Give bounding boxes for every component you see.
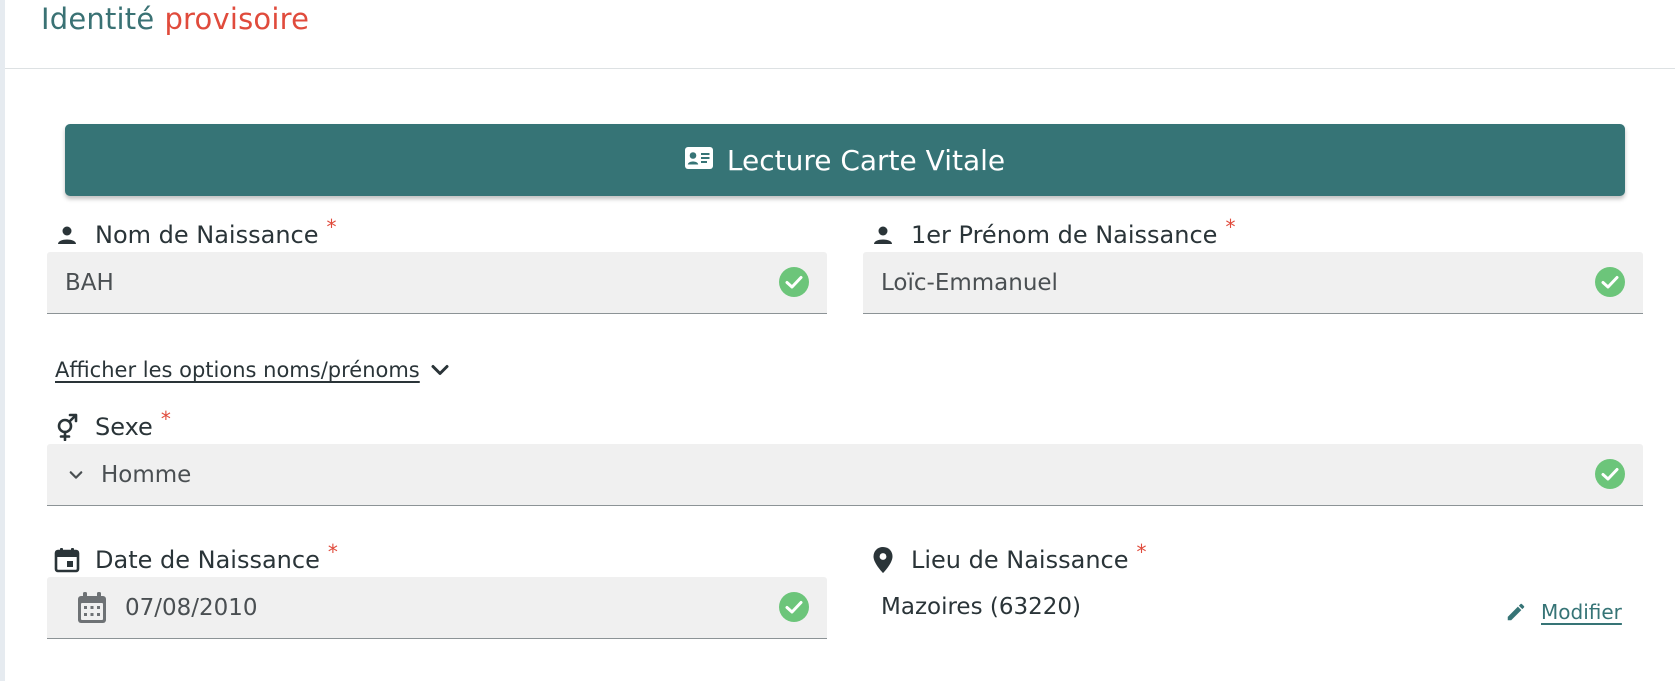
edit-lieu-naissance-link[interactable]: Modifier <box>1505 600 1622 624</box>
sexe-label-text: Sexe <box>95 413 153 441</box>
check-circle-icon <box>779 267 809 297</box>
show-name-options-link[interactable]: Afficher les options noms/prénoms <box>55 358 452 382</box>
sexe-select[interactable]: Homme <box>47 444 1643 506</box>
read-vitale-card-button[interactable]: Lecture Carte Vitale <box>65 124 1625 196</box>
page-title: Identité provisoire <box>41 2 309 36</box>
person-icon <box>53 221 81 249</box>
calendar-picker-icon[interactable] <box>77 591 107 624</box>
prenom-naissance-label: 1er Prénom de Naissance * <box>869 215 1235 251</box>
lieu-naissance-label: Lieu de Naissance * <box>869 540 1147 576</box>
required-marker: * <box>327 540 338 564</box>
chevron-down-icon <box>69 470 83 479</box>
show-name-options-label: Afficher les options noms/prénoms <box>55 358 420 382</box>
prenom-naissance-label-text: 1er Prénom de Naissance <box>911 221 1218 249</box>
date-naissance-label: Date de Naissance * <box>53 540 338 576</box>
pencil-icon <box>1507 603 1525 621</box>
id-card-icon <box>684 147 713 173</box>
check-circle-icon <box>779 592 809 622</box>
prenom-naissance-value: Loïc-Emmanuel <box>881 269 1058 296</box>
nom-naissance-value: BAH <box>65 269 114 296</box>
read-vitale-card-label: Lecture Carte Vitale <box>726 143 1006 177</box>
check-circle-icon <box>1595 459 1625 489</box>
left-edge-strip <box>0 0 5 681</box>
date-naissance-input[interactable]: 07/08/2010 <box>47 577 827 639</box>
nom-naissance-input[interactable]: BAH <box>47 252 827 314</box>
page-header: Identité provisoire <box>5 0 1675 69</box>
check-circle-icon <box>1595 267 1625 297</box>
nom-naissance-label: Nom de Naissance * <box>53 215 337 251</box>
location-pin-icon <box>869 546 897 574</box>
gender-icon <box>53 413 81 441</box>
required-marker: * <box>326 215 337 239</box>
page-title-status: provisoire <box>164 2 310 36</box>
calendar-icon <box>53 546 81 574</box>
date-naissance-value: 07/08/2010 <box>125 594 258 621</box>
lieu-naissance-value: Mazoires (63220) <box>881 594 1081 620</box>
lieu-naissance-label-text: Lieu de Naissance <box>911 546 1129 574</box>
required-marker: * <box>1136 540 1147 564</box>
required-marker: * <box>160 407 171 431</box>
page-title-main: Identité <box>41 2 155 36</box>
required-marker: * <box>1225 215 1236 239</box>
nom-naissance-label-text: Nom de Naissance <box>95 221 319 249</box>
prenom-naissance-input[interactable]: Loïc-Emmanuel <box>863 252 1643 314</box>
date-naissance-label-text: Date de Naissance <box>95 546 320 574</box>
edit-lieu-naissance-label: Modifier <box>1541 600 1622 624</box>
sexe-value: Homme <box>101 461 192 488</box>
sexe-label: Sexe * <box>53 407 171 443</box>
person-icon <box>869 221 897 249</box>
chevron-down-icon <box>431 365 449 375</box>
